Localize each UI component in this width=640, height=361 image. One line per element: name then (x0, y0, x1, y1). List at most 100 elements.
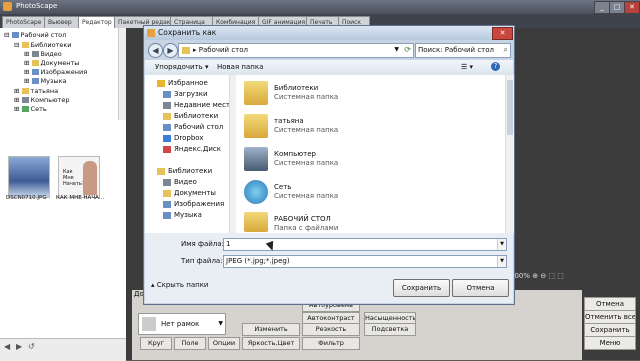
search-input[interactable]: Поиск: Рабочий стол ⌕ (415, 43, 511, 58)
tree-item-computer[interactable]: ⊞ Компьютер (14, 96, 70, 104)
tree-expander[interactable]: ⊞ (24, 59, 29, 67)
tree-label: Музыка (40, 77, 67, 85)
chevron-down-icon: ▼ (218, 320, 223, 327)
minimize-button[interactable]: _ (594, 1, 610, 14)
network-icon (21, 106, 29, 112)
forward-button[interactable]: ▶ (163, 43, 178, 58)
address-bar[interactable]: ▸ Рабочий стол ▼ ⟳ (178, 43, 414, 58)
thumbnail-photo[interactable] (8, 156, 50, 198)
tree-expander[interactable]: ⊞ (14, 96, 19, 104)
tree-scrollbar[interactable] (118, 28, 126, 120)
file-list: Библиотеки Системная папка татьяна Систе… (236, 75, 514, 233)
dialog-close-button[interactable]: ✕ (492, 27, 513, 40)
nav-dropbox[interactable]: Dropbox (163, 134, 204, 142)
menu-button[interactable]: Меню (584, 336, 636, 350)
nav-label: Dropbox (174, 134, 204, 142)
new-folder-button[interactable]: Новая папка (217, 63, 263, 71)
circle-button[interactable]: Круг (140, 337, 172, 350)
frame-select[interactable]: Нет рамок ▼ (138, 313, 226, 335)
save-main-button[interactable]: Сохранить (584, 323, 636, 337)
tree-expander[interactable]: ⊞ (24, 50, 29, 58)
resize-button[interactable]: Изменить (242, 323, 300, 336)
images-icon (163, 200, 171, 208)
video-icon (163, 178, 171, 186)
tree-item-user[interactable]: ⊞ татьяна (14, 87, 58, 95)
user-folder-icon (21, 88, 29, 94)
search-placeholder: Поиск: Рабочий стол (418, 46, 495, 54)
options-button[interactable]: Опции (208, 337, 240, 350)
dialog-app-icon (147, 29, 155, 37)
nav-documents[interactable]: Документы (163, 189, 216, 197)
backlight-button[interactable]: Подсветка (364, 323, 416, 336)
nav-label: Библиотеки (174, 112, 219, 120)
nav-images[interactable]: Изображения (163, 200, 224, 208)
file-item-libraries[interactable]: Библиотеки Системная папка (244, 79, 454, 111)
file-list-scrollbar[interactable] (505, 75, 514, 233)
nav-recent[interactable]: Недавние места (163, 101, 234, 109)
nav-yandex-disk[interactable]: Яндекс.Диск (163, 145, 221, 153)
computer-icon (21, 97, 29, 103)
zoom-indicator: 100% ⊕ ⊖ ⬚ ⬚ (510, 272, 564, 280)
nav-scrollbar[interactable] (229, 75, 236, 233)
refresh-icon[interactable]: ⟳ (404, 45, 411, 54)
file-item-network[interactable]: Сеть Системная папка (244, 178, 454, 210)
tree-item-network[interactable]: ⊞ Сеть (14, 105, 47, 113)
nav-label: Музыка (174, 211, 202, 219)
tree-expander[interactable]: ⊞ (14, 105, 19, 113)
nav-label: Рабочий стол (174, 123, 224, 131)
tree-expander[interactable]: ⊞ (24, 68, 29, 76)
thumbnail-image-text: Как Мне Начать? (63, 169, 85, 187)
nav-libraries-header[interactable]: Библиотеки (157, 167, 212, 175)
search-icon: ⌕ (503, 45, 508, 54)
help-button[interactable]: ? (491, 62, 500, 71)
hide-folders-toggle[interactable]: ▴ Скрыть папки (151, 281, 208, 289)
chevron-down-icon[interactable]: ▼ (394, 46, 399, 53)
filetype-select[interactable]: JPEG (*.jpg;*.jpeg) ▼ (223, 255, 507, 268)
tree-item-desktop[interactable]: ⊟ Рабочий стол (4, 31, 66, 39)
app-close-button[interactable]: ✕ (624, 1, 640, 14)
refresh-icon[interactable]: ↺ (28, 342, 35, 351)
back-button[interactable]: ◀ (148, 43, 163, 58)
nav-favorites[interactable]: Избранное (157, 79, 208, 87)
filter-button[interactable]: Фильтр (302, 337, 360, 350)
sharpen-button[interactable]: Резкость (302, 323, 360, 336)
tree-item-documents[interactable]: ⊞ Документы (24, 59, 79, 67)
tree-item-music[interactable]: ⊞ Музыка (24, 77, 66, 85)
nav-downloads[interactable]: Загрузки (163, 90, 208, 98)
nav-video[interactable]: Видео (163, 178, 197, 186)
nav-label: Избранное (168, 79, 208, 87)
tree-item-video[interactable]: ⊞ Видео (24, 50, 62, 58)
thumbnail-image[interactable]: Как Мне Начать? (58, 156, 100, 198)
command-bar: Упорядочить ▾ Новая папка ☰ ▾ ? (145, 60, 513, 76)
back-icon[interactable]: ◀ (4, 342, 10, 351)
save-button[interactable]: Сохранить (393, 279, 450, 297)
tree-expander[interactable]: ⊞ (14, 87, 19, 95)
scroll-thumb[interactable] (507, 80, 513, 135)
file-name: Сеть (274, 183, 292, 191)
tree-expander[interactable]: ⊟ (14, 41, 19, 49)
file-item-computer[interactable]: Компьютер Системная папка (244, 145, 454, 177)
cancel-button[interactable]: Отмена (452, 279, 509, 297)
undo-all-button[interactable]: Отменить все (584, 310, 636, 324)
tree-item-images[interactable]: ⊞ Изображения (24, 68, 87, 76)
file-item-user[interactable]: татьяна Системная папка (244, 112, 454, 144)
tree-label: татьяна (30, 87, 59, 95)
app-title: PhotoScape (16, 2, 58, 10)
nav-music[interactable]: Музыка (163, 211, 202, 219)
margin-button[interactable]: Поле (174, 337, 206, 350)
tree-expander[interactable]: ⊞ (24, 77, 29, 85)
folder-icon (21, 42, 29, 48)
tree-expander[interactable]: ⊟ (4, 31, 9, 39)
tree-label: Библиотеки (30, 41, 72, 49)
tree-item-libraries[interactable]: ⊟ Библиотеки (14, 41, 72, 49)
organize-menu[interactable]: Упорядочить ▾ (155, 63, 209, 71)
chevron-down-icon[interactable]: ▼ (497, 239, 506, 250)
forward-icon[interactable]: ▶ (16, 342, 22, 351)
nav-libraries[interactable]: Библиотеки (163, 112, 218, 120)
views-button[interactable]: ☰ ▾ (461, 63, 473, 71)
maximize-button[interactable]: □ (609, 1, 625, 14)
brightness-color-button[interactable]: Яркость,Цвет (242, 337, 300, 350)
chevron-down-icon[interactable]: ▼ (497, 256, 506, 267)
undo-button[interactable]: Отмена (584, 297, 636, 311)
nav-desktop[interactable]: Рабочий стол (163, 123, 223, 131)
